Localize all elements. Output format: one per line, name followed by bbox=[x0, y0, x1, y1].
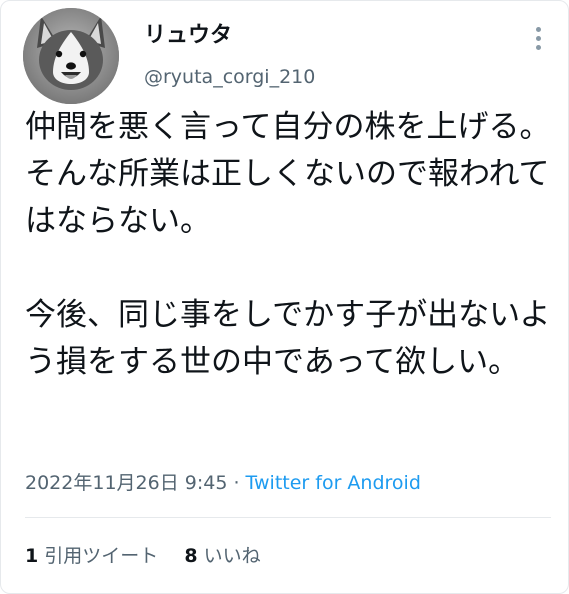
tweet-stats: 1 引用ツイート 8 いいね bbox=[25, 544, 261, 568]
likes-count: 8 bbox=[184, 545, 198, 567]
tweet-meta: 2022年11月26日 9:45 · Twitter for Android bbox=[25, 471, 421, 495]
tweet-text: 仲間を悪く言って自分の株を上げる。 そんな所業は正しくないので報われてはならない… bbox=[25, 109, 551, 380]
quote-tweets-label: 引用ツイート bbox=[44, 545, 159, 567]
divider bbox=[25, 517, 551, 518]
more-options-icon[interactable] bbox=[529, 25, 549, 53]
avatar[interactable] bbox=[23, 8, 119, 104]
meta-separator: · bbox=[227, 472, 246, 494]
tweet-card: リュウタ @ryuta_corgi_210 仲間を悪く言って自分の株を上げる。 … bbox=[0, 0, 569, 594]
author-display-name[interactable]: リュウタ bbox=[144, 25, 232, 47]
quote-tweets-stat[interactable]: 1 引用ツイート bbox=[25, 544, 158, 568]
likes-stat[interactable]: 8 いいね bbox=[184, 544, 260, 568]
likes-label: いいね bbox=[203, 545, 261, 567]
tweet-timestamp[interactable]: 2022年11月26日 9:45 bbox=[25, 472, 227, 494]
author-handle[interactable]: @ryuta_corgi_210 bbox=[144, 68, 315, 87]
tweet-source-link[interactable]: Twitter for Android bbox=[246, 472, 421, 494]
quote-tweets-count: 1 bbox=[25, 545, 39, 567]
corgi-avatar-image bbox=[23, 8, 119, 104]
